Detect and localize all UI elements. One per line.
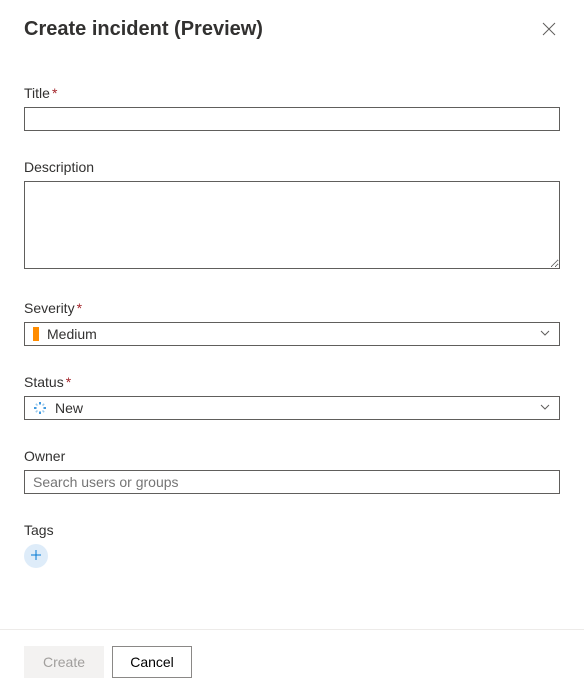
- status-new-icon: [33, 401, 47, 415]
- field-title: Title*: [24, 85, 560, 131]
- description-input[interactable]: [24, 181, 560, 269]
- required-mark: *: [52, 85, 57, 101]
- status-dropdown[interactable]: New: [24, 396, 560, 420]
- description-label: Description: [24, 159, 560, 175]
- severity-dropdown[interactable]: Medium: [24, 322, 560, 346]
- status-label: Status*: [24, 374, 560, 390]
- close-icon: [542, 22, 556, 39]
- tags-label: Tags: [24, 522, 560, 538]
- required-mark: *: [77, 300, 82, 316]
- status-selected: New: [33, 400, 83, 416]
- severity-label: Severity*: [24, 300, 560, 316]
- panel-footer: Create Cancel: [0, 629, 584, 694]
- title-input[interactable]: [24, 107, 560, 131]
- cancel-button[interactable]: Cancel: [112, 646, 192, 678]
- field-severity: Severity* Medium: [24, 300, 560, 346]
- status-value: New: [55, 400, 83, 416]
- chevron-down-icon: [539, 326, 551, 342]
- severity-selected: Medium: [33, 326, 97, 342]
- severity-label-text: Severity: [24, 300, 75, 316]
- panel-header: Create incident (Preview): [24, 18, 560, 43]
- severity-value: Medium: [47, 326, 97, 342]
- panel-title: Create incident (Preview): [24, 18, 263, 41]
- owner-label: Owner: [24, 448, 560, 464]
- field-owner: Owner: [24, 448, 560, 494]
- field-tags: Tags: [24, 522, 560, 568]
- create-incident-panel: Create incident (Preview) Title* Descrip…: [0, 0, 584, 628]
- severity-indicator-icon: [33, 327, 39, 341]
- title-label: Title*: [24, 85, 560, 101]
- add-tag-button[interactable]: [24, 544, 48, 568]
- create-button[interactable]: Create: [24, 646, 104, 678]
- status-label-text: Status: [24, 374, 64, 390]
- title-label-text: Title: [24, 85, 50, 101]
- field-description: Description: [24, 159, 560, 272]
- chevron-down-icon: [539, 400, 551, 416]
- field-status: Status*: [24, 374, 560, 420]
- close-button[interactable]: [538, 18, 560, 43]
- required-mark: *: [66, 374, 71, 390]
- plus-icon: [30, 549, 42, 564]
- owner-input[interactable]: [24, 470, 560, 494]
